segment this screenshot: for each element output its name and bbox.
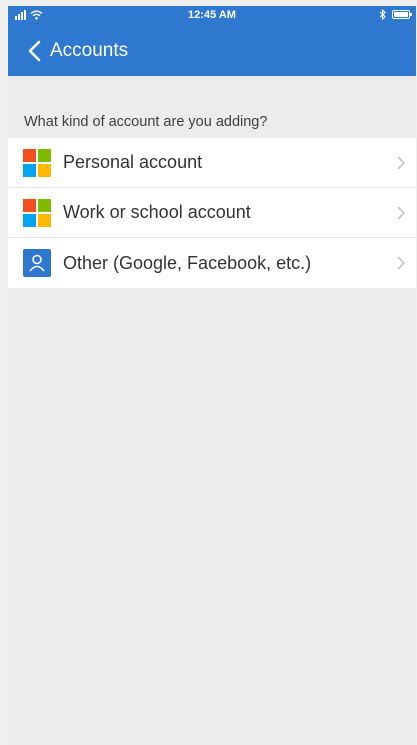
option-personal-account[interactable]: Personal account: [8, 138, 416, 188]
option-work-or-school-account[interactable]: Work or school account: [8, 188, 416, 238]
option-label: Personal account: [63, 152, 203, 172]
section-prompt: What kind of account are you adding?: [24, 114, 268, 130]
back-button[interactable]: Accounts: [26, 40, 128, 62]
status-time: 12:45 AM: [188, 9, 236, 21]
chevron-right-icon: [397, 206, 406, 220]
option-label: Work or school account: [63, 202, 251, 222]
chevron-right-icon: [397, 256, 406, 270]
chevron-right-icon: [397, 156, 406, 170]
option-label: Other (Google, Facebook, etc.): [63, 252, 312, 273]
back-label: Accounts: [50, 40, 129, 61]
battery-icon: [392, 10, 412, 19]
person-icon: [23, 249, 51, 277]
microsoft-logo-icon: [23, 148, 51, 177]
microsoft-logo-icon: [23, 198, 51, 227]
nav-bar: Accounts: [8, 26, 416, 76]
option-other-account[interactable]: Other (Google, Facebook, etc.): [8, 238, 416, 288]
status-right: [379, 9, 412, 20]
bluetooth-icon: [379, 9, 386, 20]
header: 12:45 AM Accounts: [8, 6, 416, 76]
app-screen: 12:45 AM Accounts What kind of account a…: [8, 6, 416, 745]
chevron-left-icon: [28, 40, 41, 62]
account-type-list: Personal account Work or school account …: [8, 138, 416, 288]
status-bar: 12:45 AM: [8, 6, 416, 26]
